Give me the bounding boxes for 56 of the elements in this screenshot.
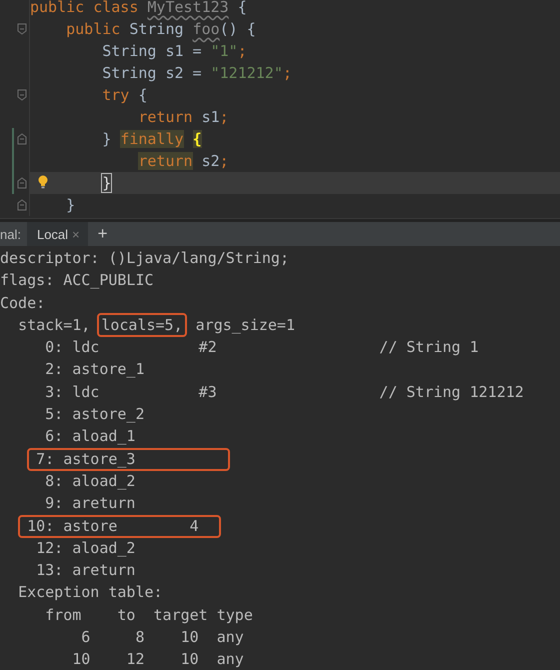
code-token: }	[102, 130, 112, 148]
output-text: args_size=1	[196, 316, 295, 334]
output-text: descriptor: ()Ljava/lang/String;	[0, 249, 289, 267]
output-text: 9: areturn	[45, 494, 136, 512]
fold-marker-icon[interactable]	[17, 199, 27, 211]
code-token: return	[138, 152, 193, 170]
output-text: 5: astore_2	[45, 405, 144, 424]
highlighted-output: locals=5,	[97, 312, 187, 337]
code-token: }	[66, 196, 76, 214]
code-token: ;	[282, 64, 292, 82]
code-token: String	[129, 20, 185, 38]
output-text: 12: aload_2	[36, 538, 136, 557]
output-text: 8: aload_2	[45, 472, 136, 490]
code-token: return	[138, 108, 193, 126]
code-token: ;	[220, 108, 229, 126]
new-tab-button[interactable]: +	[94, 224, 112, 244]
fold-marker-icon[interactable]	[17, 89, 27, 101]
code-token: try	[102, 86, 130, 104]
code-token: finally	[120, 130, 184, 148]
code-token: "1"	[210, 42, 238, 60]
code-token: () {	[220, 20, 256, 38]
fold-marker-icon[interactable]	[17, 177, 27, 189]
code-token: foo	[192, 20, 220, 38]
output-text: Code:	[0, 294, 46, 312]
code-token: {	[138, 86, 148, 104]
code-token: s1	[202, 108, 220, 126]
code-token: ;	[238, 42, 247, 60]
code-token: {	[192, 130, 202, 148]
output-text: stack=1,	[18, 316, 92, 334]
code-token: String s2 =	[102, 64, 203, 82]
code-token: s2	[202, 152, 220, 170]
output-text: 3: ldc #3 // String 121212	[45, 382, 524, 401]
code-token: MyTest123	[147, 0, 229, 16]
lightbulb-icon[interactable]	[38, 175, 48, 189]
highlighted-output: 10: astore 4	[18, 514, 221, 538]
output-text: flags: ACC_PUBLIC	[0, 271, 154, 290]
code-token: }	[102, 174, 112, 192]
output-text: 6 8 10 any	[81, 628, 244, 646]
highlighted-output: 7: astore_3	[27, 448, 230, 471]
output-text: 2: astore_1	[45, 360, 144, 378]
code-token: String s1 =	[102, 42, 203, 60]
output-text: from to target type	[45, 606, 253, 624]
output-text: 0: ldc #2 // String 1	[45, 338, 479, 356]
code-token: public	[66, 20, 122, 38]
fold-marker-icon[interactable]	[17, 133, 27, 145]
code-token: {	[238, 0, 247, 16]
code-token: "121212"	[210, 64, 283, 82]
fold-marker-icon[interactable]	[17, 23, 27, 35]
output-text: Exception table:	[18, 583, 163, 602]
panel-caption: nal:	[0, 226, 22, 242]
output-text: 6: aload_1	[45, 427, 136, 446]
code-token: public class	[30, 0, 140, 16]
code-token: ;	[220, 152, 229, 170]
terminal-tab[interactable]: Local ×	[26, 222, 88, 246]
output-text: 10 12 10 any	[72, 650, 244, 668]
output-text: 13: areturn	[36, 561, 136, 580]
